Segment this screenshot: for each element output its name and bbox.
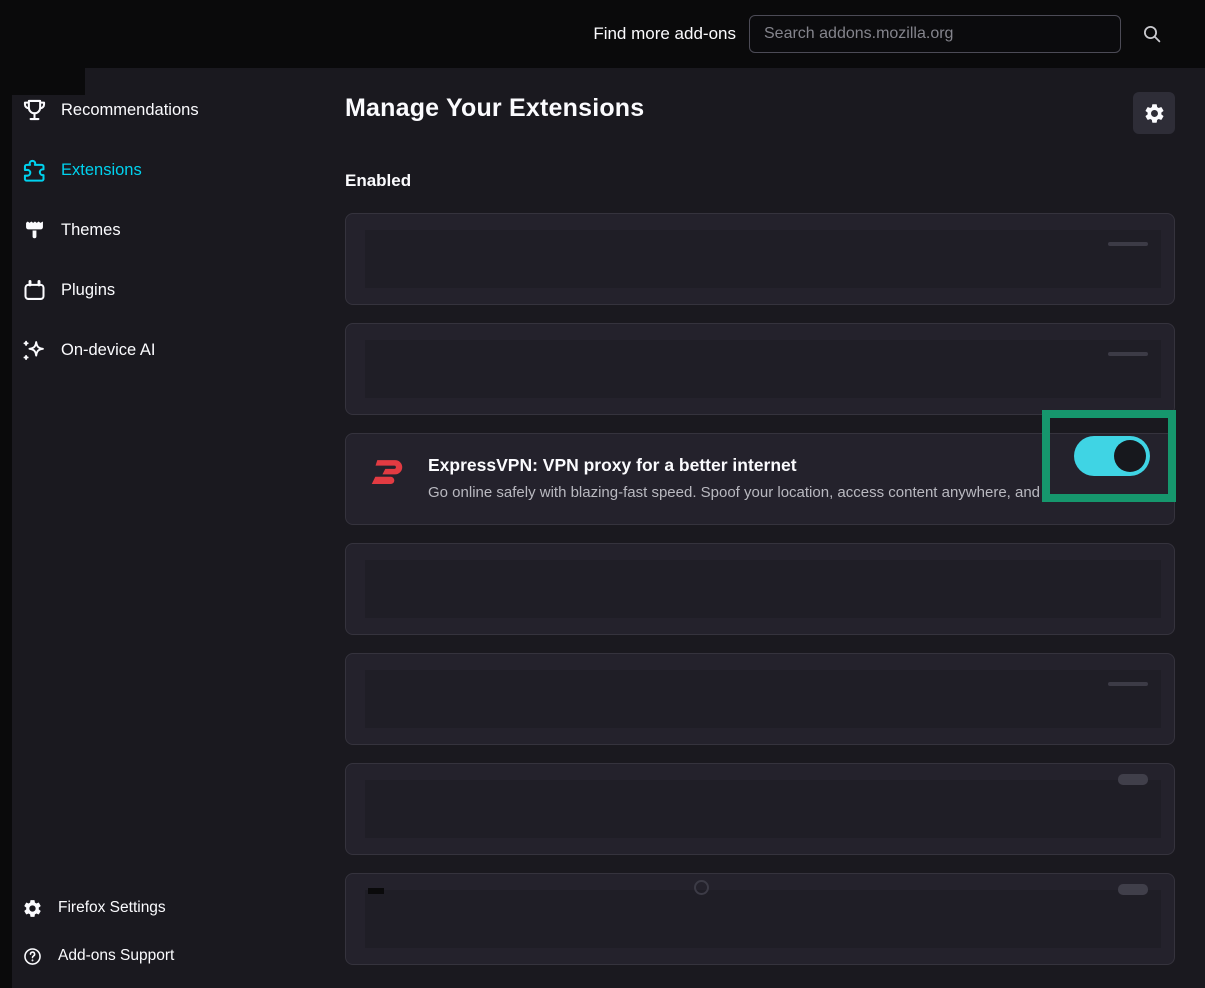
- redacted-content: [365, 230, 1161, 288]
- extension-card-expressvpn[interactable]: ExpressVPN: VPN proxy for a better inter…: [345, 433, 1175, 525]
- sidebar-item-label: On-device AI: [61, 341, 155, 360]
- puzzle-piece-icon: [20, 156, 48, 184]
- expressvpn-logo-icon: [367, 452, 405, 492]
- extension-card-placeholder[interactable]: [345, 213, 1175, 305]
- redacted-content: [365, 340, 1161, 398]
- sidebar-item-label: Plugins: [61, 281, 115, 300]
- toggle-remnant: [1108, 682, 1148, 686]
- sidebar-footer-label: Add-ons Support: [58, 947, 174, 965]
- search-button[interactable]: [1139, 21, 1165, 47]
- page-title: Manage Your Extensions: [345, 92, 1175, 124]
- extension-card-placeholder[interactable]: [345, 653, 1175, 745]
- toggle-remnant: [1108, 352, 1148, 356]
- toggle-remnant: [1108, 242, 1148, 246]
- sidebar-item-recommendations[interactable]: Recommendations: [12, 80, 342, 140]
- sidebar-item-plugins[interactable]: Plugins: [12, 260, 342, 320]
- redacted-content: [365, 890, 1161, 948]
- about-addons-page: Find more add-ons: [0, 0, 1205, 988]
- extension-list: ExpressVPN: VPN proxy for a better inter…: [345, 213, 1175, 965]
- sidebar: Recommendations Extensions Themes: [12, 80, 342, 380]
- sidebar-item-themes[interactable]: Themes: [12, 200, 342, 260]
- sidebar-item-label: Recommendations: [61, 101, 199, 120]
- window-edge: [0, 0, 12, 988]
- magnifier-icon: [1140, 22, 1164, 46]
- top-search-bar: Find more add-ons: [0, 0, 1205, 68]
- sidebar-item-firefox-settings[interactable]: Firefox Settings: [12, 884, 342, 932]
- sidebar-item-label: Themes: [61, 221, 121, 240]
- sidebar-item-extensions[interactable]: Extensions: [12, 140, 342, 200]
- toggle-knob: [1114, 440, 1146, 472]
- sidebar-footer: Firefox Settings Add-ons Support: [12, 884, 342, 980]
- gear-icon: [22, 898, 43, 919]
- extension-title: ExpressVPN: VPN proxy for a better inter…: [428, 455, 1174, 476]
- paintbrush-icon: [20, 216, 48, 244]
- toggle-remnant: [1118, 884, 1148, 895]
- spinner-remnant: [694, 880, 709, 895]
- sidebar-item-on-device-ai[interactable]: On-device AI: [12, 320, 342, 380]
- extension-description: Go online safely with blazing-fast speed…: [428, 484, 1133, 501]
- question-icon: [22, 946, 43, 967]
- redacted-content: [365, 780, 1161, 838]
- redacted-content: [365, 670, 1161, 728]
- icon-remnant: [368, 888, 384, 894]
- extension-card-placeholder[interactable]: [345, 543, 1175, 635]
- tools-for-all-addons-button[interactable]: [1133, 92, 1175, 134]
- sparkles-icon: [20, 336, 48, 364]
- toggle-remnant: [1118, 774, 1148, 785]
- sidebar-item-addons-support[interactable]: Add-ons Support: [12, 932, 342, 980]
- sidebar-item-label: Extensions: [61, 161, 142, 180]
- extension-enable-toggle[interactable]: [1074, 436, 1150, 476]
- gear-icon: [1143, 102, 1166, 125]
- main-content: Manage Your Extensions Enabled: [345, 68, 1175, 983]
- redacted-content: [365, 560, 1161, 618]
- find-more-addons-label: Find more add-ons: [593, 24, 736, 44]
- sidebar-footer-label: Firefox Settings: [58, 899, 166, 917]
- extension-card-placeholder[interactable]: [345, 323, 1175, 415]
- trophy-icon: [20, 96, 48, 124]
- extension-info: ExpressVPN: VPN proxy for a better inter…: [428, 452, 1174, 501]
- search-input[interactable]: [749, 15, 1121, 53]
- enabled-section-heading: Enabled: [345, 171, 1175, 191]
- extension-card-placeholder[interactable]: [345, 763, 1175, 855]
- extension-card-placeholder[interactable]: [345, 873, 1175, 965]
- plug-icon: [20, 276, 48, 304]
